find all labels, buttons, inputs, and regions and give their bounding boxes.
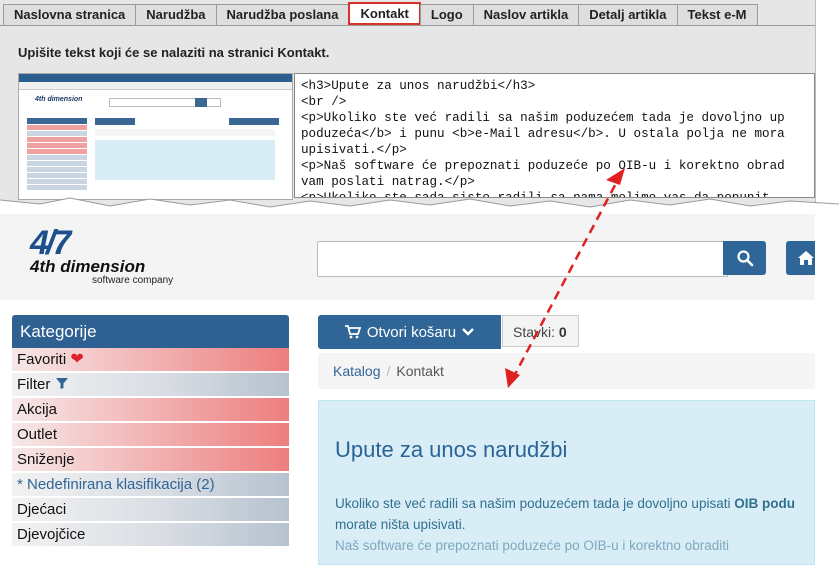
contact-info-box: Upute za unos narudžbi Ukoliko ste već r… bbox=[318, 400, 815, 565]
home-button[interactable] bbox=[786, 241, 815, 275]
sidebar-item-akcija[interactable]: Akcija bbox=[12, 398, 289, 423]
search-input[interactable] bbox=[317, 241, 728, 277]
chevron-down-icon bbox=[462, 328, 474, 336]
search-button[interactable] bbox=[723, 241, 766, 275]
sidebar-item-outlet[interactable]: Outlet bbox=[12, 423, 289, 448]
preview-logo: 4th dimension bbox=[35, 96, 83, 103]
preview-sidebar bbox=[27, 118, 87, 191]
page-preview-thumbnail: 4th dimension bbox=[18, 73, 293, 200]
sidebar-item-djevojcice[interactable]: Djevojčice bbox=[12, 523, 289, 548]
sidebar-item-label: Filter bbox=[17, 376, 51, 393]
stavki-value: 0 bbox=[558, 324, 567, 340]
cms-editor-panel: Naslovna stranica Narudžba Narudžba posl… bbox=[0, 0, 816, 210]
heart-icon: ❤ bbox=[70, 351, 84, 368]
tab-logo[interactable]: Logo bbox=[419, 4, 474, 25]
html-editor-textarea[interactable]: <h3>Upute za unos narudžbi</h3> <br /> <… bbox=[294, 73, 815, 198]
instruction-label: Upišite tekst koji će se nalaziti na str… bbox=[18, 45, 330, 60]
tab-narudzba-poslana[interactable]: Narudžba poslana bbox=[215, 4, 350, 25]
tab-naslov-artikla[interactable]: Naslov artikla bbox=[472, 4, 580, 25]
sidebar-item-nedefinirana[interactable]: * Nedefinirana klasifikacija (2) bbox=[12, 473, 289, 498]
site-logo[interactable]: 4/7 4th dimension software company bbox=[30, 226, 173, 286]
open-cart-button[interactable]: Otvori košaru bbox=[318, 315, 501, 349]
info-paragraph-2: Naš software će prepoznati poduzeće po O… bbox=[335, 538, 729, 553]
preview-blue-button bbox=[229, 118, 279, 125]
tab-detalj-artikla[interactable]: Detalj artikla bbox=[578, 4, 678, 25]
info-bold-text: OIB podu bbox=[734, 496, 795, 511]
sidebar-item-filter[interactable]: Filter bbox=[12, 373, 289, 398]
open-cart-label: Otvori košaru bbox=[366, 323, 457, 341]
logo-subtitle: software company bbox=[92, 275, 174, 286]
search-icon bbox=[736, 250, 753, 267]
info-paragraph-1: Ukoliko ste već radili sa našim poduzeće… bbox=[335, 493, 815, 535]
sidebar-title: Kategorije bbox=[12, 315, 289, 348]
logo-mark: 4/7 bbox=[30, 224, 71, 262]
tab-naslovna-stranica[interactable]: Naslovna stranica bbox=[3, 4, 137, 25]
stavki-label: Stavki: bbox=[513, 324, 556, 340]
cart-item-count: Stavki: 0 bbox=[502, 315, 579, 347]
preview-address-bar bbox=[19, 82, 292, 90]
tab-kontakt[interactable]: Kontakt bbox=[348, 2, 421, 25]
category-sidebar: Kategorije Favoriti ❤ Filter Akcija Outl… bbox=[12, 315, 289, 548]
breadcrumb-separator: / bbox=[386, 363, 391, 379]
breadcrumb-link-katalog[interactable]: Katalog bbox=[333, 363, 380, 379]
sidebar-item-label: Favoriti bbox=[17, 351, 67, 368]
page-title: Upute za unos narudžbi bbox=[335, 437, 568, 462]
filter-icon bbox=[55, 378, 68, 389]
tab-narudzba[interactable]: Narudžba bbox=[135, 4, 217, 25]
preview-search-button bbox=[195, 98, 207, 107]
preview-browser-bar bbox=[19, 74, 292, 82]
preview-breadcrumb bbox=[95, 129, 275, 136]
home-icon bbox=[798, 251, 814, 265]
sidebar-item-djecaci[interactable]: Djećaci bbox=[12, 498, 289, 523]
info-text: Ukoliko ste već radili sa našim poduzeće… bbox=[335, 496, 735, 511]
sidebar-item-favoriti[interactable]: Favoriti ❤ bbox=[12, 348, 289, 373]
cart-icon bbox=[344, 325, 361, 339]
website-preview: 4/7 4th dimension software company Kateg… bbox=[0, 214, 815, 565]
preview-cart-button bbox=[95, 118, 135, 125]
tab-bar: Naslovna stranica Narudžba Narudžba posl… bbox=[3, 2, 758, 26]
tab-divider bbox=[0, 25, 815, 26]
info-text-end: morate ništa upisivati. bbox=[335, 517, 466, 532]
logo-name: 4th dimension bbox=[30, 257, 146, 276]
preview-info-box bbox=[95, 140, 275, 180]
breadcrumb-current: Kontakt bbox=[396, 363, 444, 379]
breadcrumb: Katalog / Kontakt bbox=[318, 353, 815, 389]
tab-tekst-email[interactable]: Tekst e-M bbox=[676, 4, 758, 25]
sidebar-item-snizenje[interactable]: Sniženje bbox=[12, 448, 289, 473]
